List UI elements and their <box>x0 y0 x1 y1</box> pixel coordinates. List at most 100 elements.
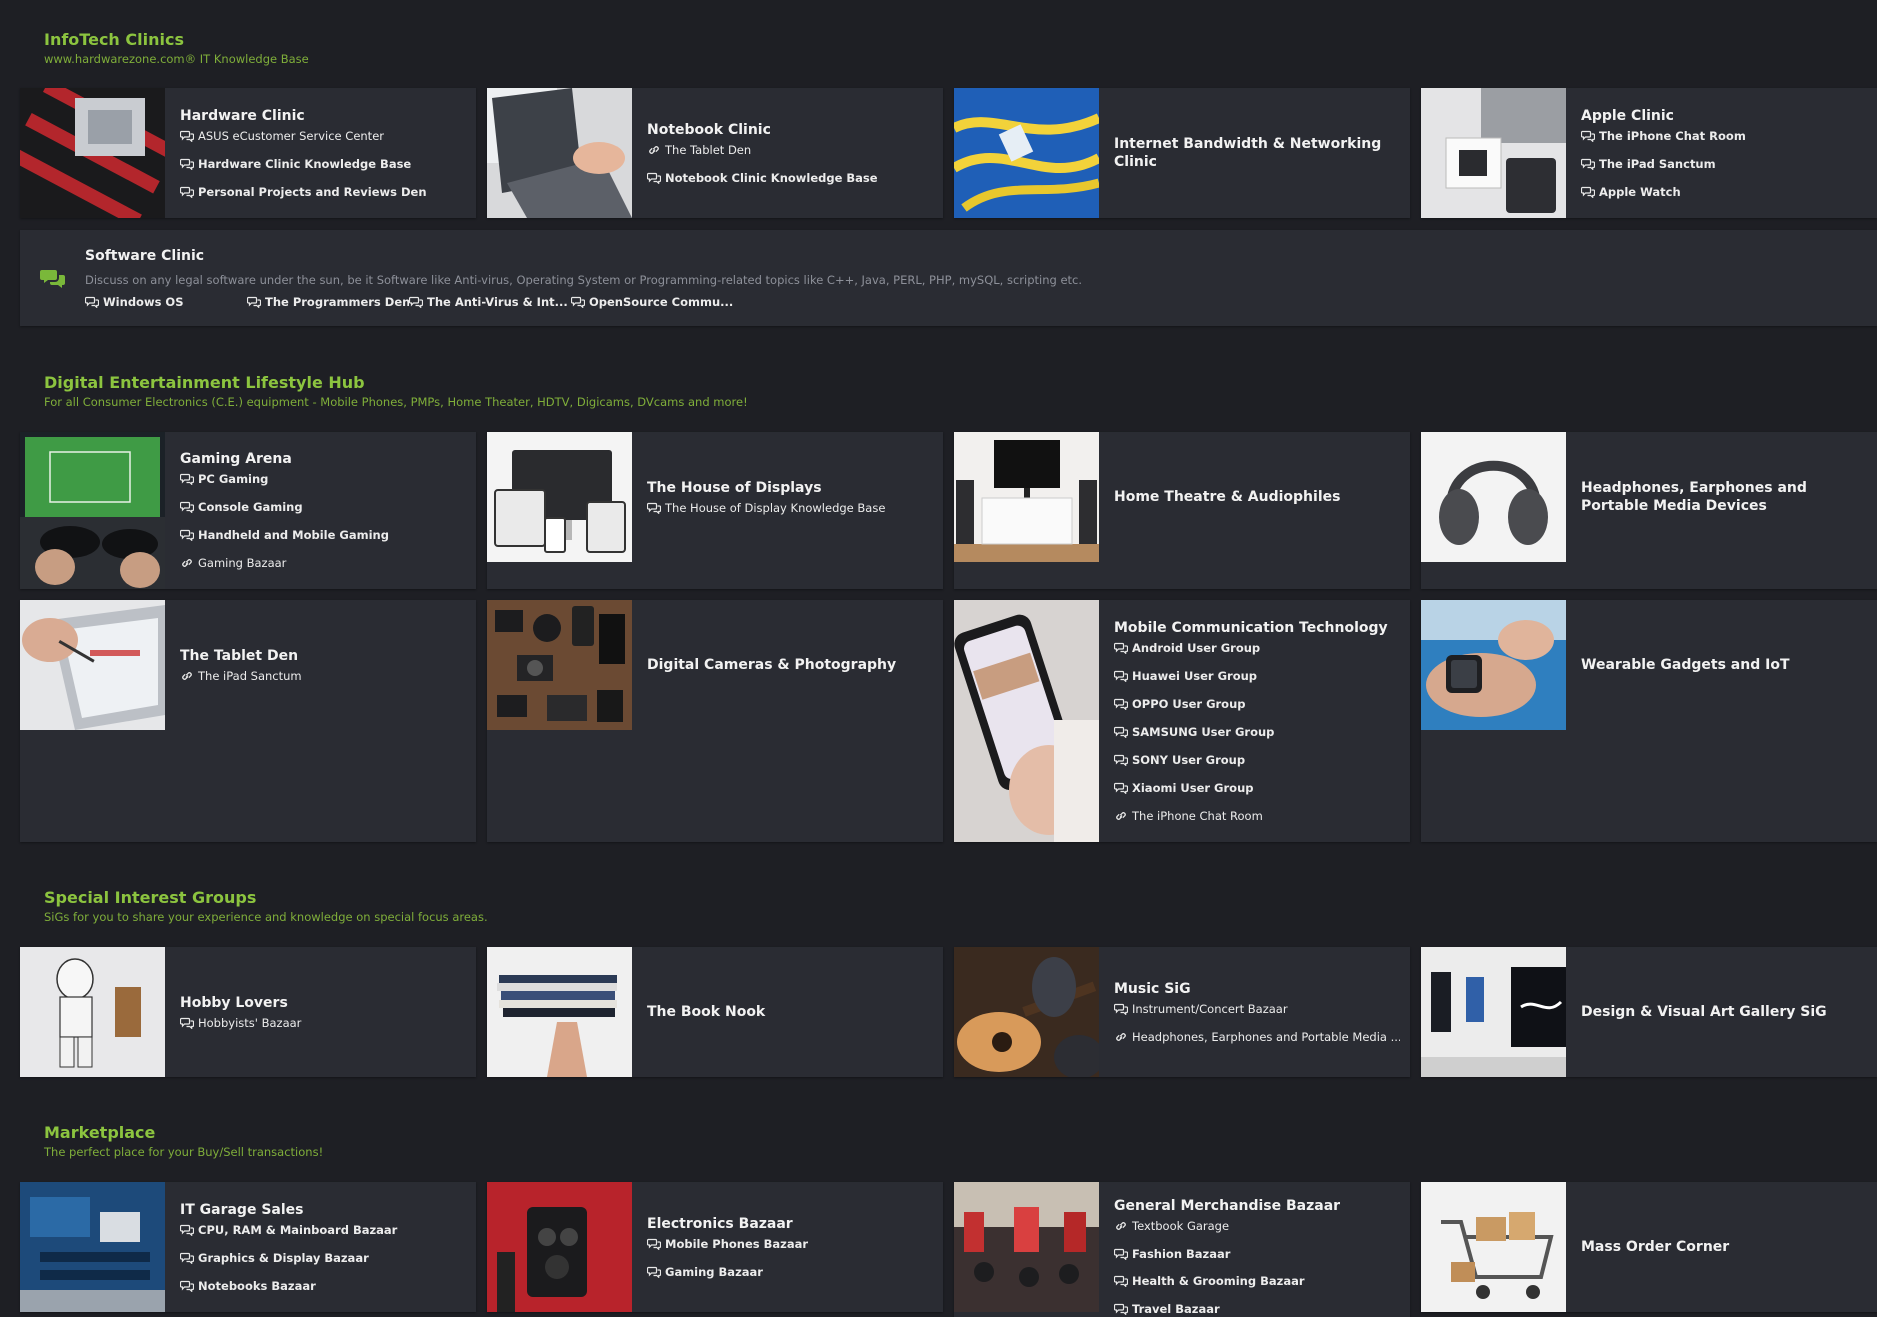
forum-card-internet-bandwidth[interactable]: Internet Bandwidth & Networking Clinic <box>954 88 1410 218</box>
forum-card-general-merchandise[interactable]: General Merchandise Bazaar Textbook Gara… <box>954 1182 1410 1317</box>
subforum-link[interactable]: The iPhone Chat Room <box>1581 128 1867 144</box>
forum-title[interactable]: Software Clinic <box>85 248 204 264</box>
forum-title[interactable]: The Tablet Den <box>180 647 466 665</box>
forum-title[interactable]: Music SiG <box>1114 980 1400 998</box>
forum-card-gaming-arena[interactable]: Gaming Arena PC Gaming Console Gaming Ha… <box>20 432 476 589</box>
subforum-link[interactable]: The Programmers Den <box>247 294 409 310</box>
forum-thumbnail[interactable] <box>1421 88 1566 218</box>
forum-thumbnail[interactable] <box>1421 947 1566 1077</box>
forum-thumbnail[interactable] <box>954 432 1099 562</box>
subforum-link[interactable]: Health & Grooming Bazaar <box>1114 1274 1400 1290</box>
forum-card-design-visual-art[interactable]: Design & Visual Art Gallery SiG <box>1421 947 1877 1077</box>
forum-thumbnail[interactable] <box>1421 432 1566 562</box>
forum-title[interactable]: General Merchandise Bazaar <box>1114 1197 1400 1215</box>
forum-title[interactable]: The Book Nook <box>647 1003 933 1021</box>
subforum-link[interactable]: Hobbyists' Bazaar <box>180 1015 466 1031</box>
subforum-link[interactable]: Travel Bazaar <box>1114 1301 1400 1317</box>
forum-card-home-theatre[interactable]: Home Theatre & Audiophiles <box>954 432 1410 589</box>
forum-thumbnail[interactable] <box>954 1182 1099 1312</box>
subforum-link[interactable]: Windows OS <box>85 294 247 310</box>
forum-card-notebook-clinic[interactable]: Notebook Clinic The Tablet Den Notebook … <box>487 88 943 218</box>
forum-card-mass-order-corner[interactable]: Mass Order Corner <box>1421 1182 1877 1312</box>
forum-thumbnail[interactable] <box>487 88 632 218</box>
subforum-link[interactable]: Notebooks Bazaar <box>180 1278 466 1294</box>
forum-title[interactable]: IT Garage Sales <box>180 1201 466 1219</box>
forum-title[interactable]: Mobile Communication Technology <box>1114 619 1400 637</box>
subforum-link[interactable]: SAMSUNG User Group <box>1114 724 1400 740</box>
forum-title[interactable]: Electronics Bazaar <box>647 1215 933 1233</box>
subforum-link[interactable]: Fashion Bazaar <box>1114 1246 1400 1262</box>
subforum-link[interactable]: Huawei User Group <box>1114 668 1400 684</box>
forum-card-it-garage-sales[interactable]: IT Garage Sales CPU, RAM & Mainboard Baz… <box>20 1182 476 1312</box>
forum-card-book-nook[interactable]: The Book Nook <box>487 947 943 1077</box>
subforum-link[interactable]: Hardware Clinic Knowledge Base <box>180 156 466 172</box>
subforum-link[interactable]: The iPad Sanctum <box>180 668 466 684</box>
forum-card-apple-clinic[interactable]: Apple Clinic The iPhone Chat Room The iP… <box>1421 88 1877 218</box>
forum-thumbnail[interactable] <box>954 88 1099 218</box>
subforum-link[interactable]: The Anti-Virus & Int... <box>409 294 571 310</box>
subforum-link[interactable]: Instrument/Concert Bazaar <box>1114 1001 1400 1017</box>
section-title[interactable]: InfoTech Clinics <box>44 30 309 50</box>
subforum-link[interactable]: OpenSource Commu... <box>571 294 733 310</box>
subforum-link[interactable]: CPU, RAM & Mainboard Bazaar <box>180 1222 466 1238</box>
subforum-link[interactable]: Mobile Phones Bazaar <box>647 1236 933 1252</box>
forum-title[interactable]: Home Theatre & Audiophiles <box>1114 488 1400 506</box>
forum-card-hardware-clinic[interactable]: Hardware Clinic ASUS eCustomer Service C… <box>20 88 476 218</box>
subforum-link[interactable]: Handheld and Mobile Gaming <box>180 527 466 543</box>
forum-card-software-clinic[interactable]: Software Clinic Discuss on any legal sof… <box>20 230 1877 326</box>
forum-title[interactable]: The House of Displays <box>647 479 933 497</box>
subforum-link[interactable]: The House of Display Knowledge Base <box>647 500 933 516</box>
subforum-link[interactable]: Notebook Clinic Knowledge Base <box>647 170 933 186</box>
forum-title[interactable]: Hardware Clinic <box>180 107 466 125</box>
forum-card-wearable-gadgets[interactable]: Wearable Gadgets and IoT <box>1421 600 1877 842</box>
forum-thumbnail[interactable] <box>1421 1182 1566 1312</box>
subforum-link[interactable]: Headphones, Earphones and Portable Media… <box>1114 1029 1400 1045</box>
forum-thumbnail[interactable] <box>20 432 165 589</box>
forum-title[interactable]: Apple Clinic <box>1581 107 1867 125</box>
subforum-link[interactable]: Textbook Garage <box>1114 1218 1400 1234</box>
forum-card-mobile-communication[interactable]: Mobile Communication Technology Android … <box>954 600 1410 842</box>
forum-title[interactable]: Notebook Clinic <box>647 121 933 139</box>
section-title[interactable]: Marketplace <box>44 1123 323 1143</box>
forum-title[interactable]: Internet Bandwidth & Networking Clinic <box>1114 135 1400 171</box>
subforum-link[interactable]: OPPO User Group <box>1114 696 1400 712</box>
subforum-link[interactable]: Xiaomi User Group <box>1114 780 1400 796</box>
forum-thumbnail[interactable] <box>1421 600 1566 730</box>
subforum-link[interactable]: Graphics & Display Bazaar <box>180 1250 466 1266</box>
forum-title[interactable]: Gaming Arena <box>180 450 466 468</box>
forum-card-headphones[interactable]: Headphones, Earphones and Portable Media… <box>1421 432 1877 589</box>
section-title[interactable]: Digital Entertainment Lifestyle Hub <box>44 373 748 393</box>
forum-card-digital-cameras[interactable]: Digital Cameras & Photography <box>487 600 943 842</box>
subforum-link[interactable]: Gaming Bazaar <box>647 1264 933 1280</box>
forum-thumbnail[interactable] <box>20 88 165 218</box>
subforum-link[interactable]: ASUS eCustomer Service Center <box>180 128 466 144</box>
forum-title[interactable]: Mass Order Corner <box>1581 1238 1867 1256</box>
forum-card-house-of-displays[interactable]: The House of Displays The House of Displ… <box>487 432 943 589</box>
forum-thumbnail[interactable] <box>20 1182 165 1312</box>
forum-card-music-sig[interactable]: Music SiG Instrument/Concert Bazaar Head… <box>954 947 1410 1077</box>
subforum-link[interactable]: Console Gaming <box>180 499 466 515</box>
subforum-link[interactable]: The iPad Sanctum <box>1581 156 1867 172</box>
subforum-link[interactable]: Personal Projects and Reviews Den <box>180 184 466 200</box>
forum-thumbnail[interactable] <box>487 1182 632 1312</box>
forum-thumbnail[interactable] <box>20 947 165 1077</box>
forum-thumbnail[interactable] <box>487 432 632 562</box>
subforum-link[interactable]: The iPhone Chat Room <box>1114 808 1400 824</box>
forum-thumbnail[interactable] <box>487 947 632 1077</box>
forum-thumbnail[interactable] <box>954 600 1099 842</box>
forum-title[interactable]: Digital Cameras & Photography <box>647 656 933 674</box>
forum-card-hobby-lovers[interactable]: Hobby Lovers Hobbyists' Bazaar <box>20 947 476 1077</box>
subforum-link[interactable]: SONY User Group <box>1114 752 1400 768</box>
forum-title[interactable]: Hobby Lovers <box>180 994 466 1012</box>
subforum-link[interactable]: The Tablet Den <box>647 142 933 158</box>
forum-thumbnail[interactable] <box>954 947 1099 1077</box>
forum-title[interactable]: Wearable Gadgets and IoT <box>1581 656 1867 674</box>
forum-title[interactable]: Design & Visual Art Gallery SiG <box>1581 1003 1867 1021</box>
subforum-link[interactable]: Apple Watch <box>1581 184 1867 200</box>
subforum-link[interactable]: PC Gaming <box>180 471 466 487</box>
section-title[interactable]: Special Interest Groups <box>44 888 488 908</box>
forum-thumbnail[interactable] <box>20 600 165 730</box>
forum-card-electronics-bazaar[interactable]: Electronics Bazaar Mobile Phones Bazaar … <box>487 1182 943 1312</box>
forum-thumbnail[interactable] <box>487 600 632 730</box>
subforum-link[interactable]: Android User Group <box>1114 640 1400 656</box>
